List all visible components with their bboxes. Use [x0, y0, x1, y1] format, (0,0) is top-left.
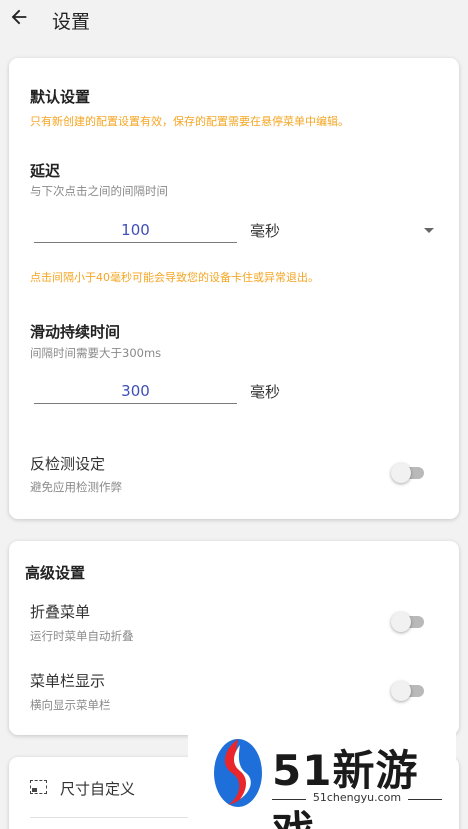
watermark: 51新游戏 51chengyu.com: [188, 733, 456, 829]
menubar-display-description: 横向显示菜单栏: [30, 698, 111, 712]
swipe-duration-input[interactable]: [34, 378, 237, 403]
delay-warning: 点击间隔小于40毫秒可能会导致您的设备卡住或异常退出。: [30, 271, 319, 284]
default-settings-card: 默认设置 只有新创建的配置设置有效，保存的配置需要在悬停菜单中编辑。 延迟 与下…: [9, 58, 459, 519]
advanced-settings-heading: 高级设置: [25, 564, 86, 582]
collapse-menu-toggle[interactable]: [391, 612, 427, 632]
menubar-display-label: 菜单栏显示: [30, 672, 106, 690]
app-bar: 设置: [0, 0, 468, 40]
watermark-brand: 51新游戏: [272, 746, 419, 829]
delay-label: 延迟: [30, 162, 61, 180]
swipe-duration-unit: 毫秒: [250, 383, 281, 401]
menubar-display-toggle[interactable]: [391, 681, 427, 701]
divider: [30, 817, 190, 818]
swipe-duration-label: 滑动持续时间: [30, 323, 121, 341]
delay-input[interactable]: [34, 217, 237, 242]
watermark-url: 51chengyu.com: [312, 791, 402, 804]
default-settings-note: 只有新创建的配置设置有效，保存的配置需要在悬停菜单中编辑。: [30, 115, 349, 128]
anti-detect-description: 避免应用检测作弊: [30, 480, 122, 494]
anti-detect-label: 反检测设定: [30, 455, 106, 473]
delay-input-field[interactable]: [34, 217, 237, 243]
toggle-thumb: [391, 681, 411, 701]
swipe-duration-input-field[interactable]: [34, 378, 237, 404]
resize-frame-icon: [30, 780, 47, 794]
delay-unit-select[interactable]: 毫秒: [250, 220, 280, 241]
watermark-logo-icon: [214, 739, 262, 807]
default-settings-heading: 默认设置: [30, 88, 91, 106]
delay-description: 与下次点击之间的间隔时间: [30, 184, 168, 198]
chevron-down-icon[interactable]: [424, 228, 434, 233]
page-title: 设置: [52, 11, 91, 33]
anti-detect-toggle[interactable]: [391, 463, 427, 483]
collapse-menu-label: 折叠菜单: [30, 603, 91, 621]
back-arrow-icon[interactable]: [8, 6, 30, 28]
swipe-duration-description: 间隔时间需要大于300ms: [30, 346, 162, 360]
toggle-thumb: [391, 463, 411, 483]
advanced-settings-card: 高级设置 折叠菜单 运行时菜单自动折叠 菜单栏显示 横向显示菜单栏: [9, 541, 459, 735]
size-custom-label: 尺寸自定义: [60, 780, 136, 798]
collapse-menu-description: 运行时菜单自动折叠: [30, 629, 134, 643]
watermark-line: [408, 799, 442, 800]
toggle-thumb: [391, 612, 411, 632]
